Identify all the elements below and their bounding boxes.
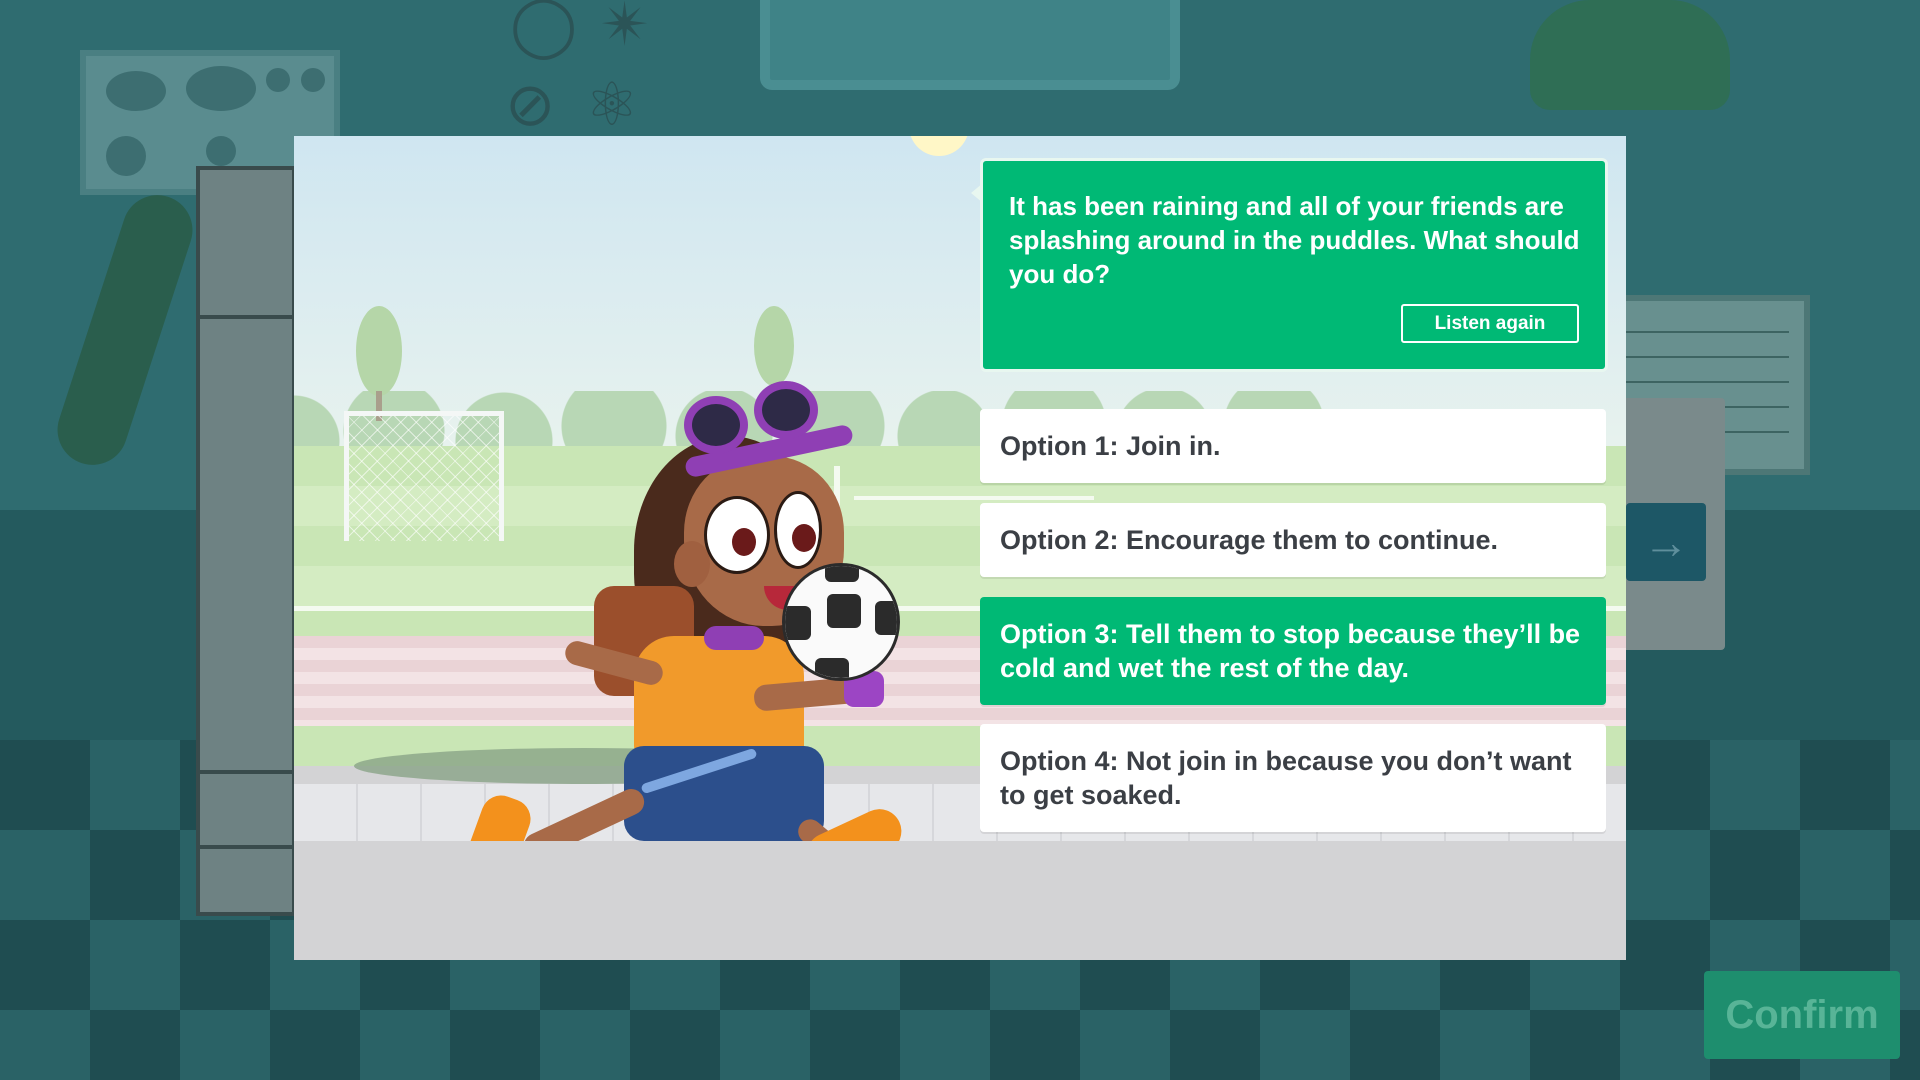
scenario-modal: It has been raining and all of your frie… [294,136,1626,960]
window [760,0,1180,90]
option-label: Option 2: Encourage them to continue. [1000,525,1499,555]
question-card: It has been raining and all of your frie… [971,158,1608,372]
scene-illustration: It has been raining and all of your frie… [294,136,1626,841]
option-3[interactable]: Option 3: Tell them to stop because they… [980,597,1606,705]
atom-sketch-icon: ⚛ [585,71,639,138]
question-text: It has been raining and all of your frie… [1009,191,1580,289]
cabinet [196,166,296,916]
planet-sketch-icon: ◯ [510,0,578,58]
option-4[interactable]: Option 4: Not join in because you don’t … [980,724,1606,832]
next-button[interactable]: → [1626,503,1706,581]
option-2[interactable]: Option 2: Encourage them to continue. [980,503,1606,577]
option-label: Option 4: Not join in because you don’t … [1000,746,1572,810]
soccer-ball [782,563,900,681]
option-label: Option 1: Join in. [1000,431,1221,461]
crocodile-decoration [1530,0,1730,110]
saturn-sketch-icon: ⊘ [505,71,556,138]
confirm-button[interactable]: Confirm [1704,971,1900,1059]
option-label: Option 3: Tell them to stop because they… [1000,619,1581,683]
listen-again-button[interactable]: Listen again [1401,304,1579,343]
speech-tail [971,183,983,203]
option-1[interactable]: Option 1: Join in. [980,409,1606,483]
arrow-right-icon: → [1643,516,1689,568]
star-sketch-icon: ✴ [600,0,651,58]
